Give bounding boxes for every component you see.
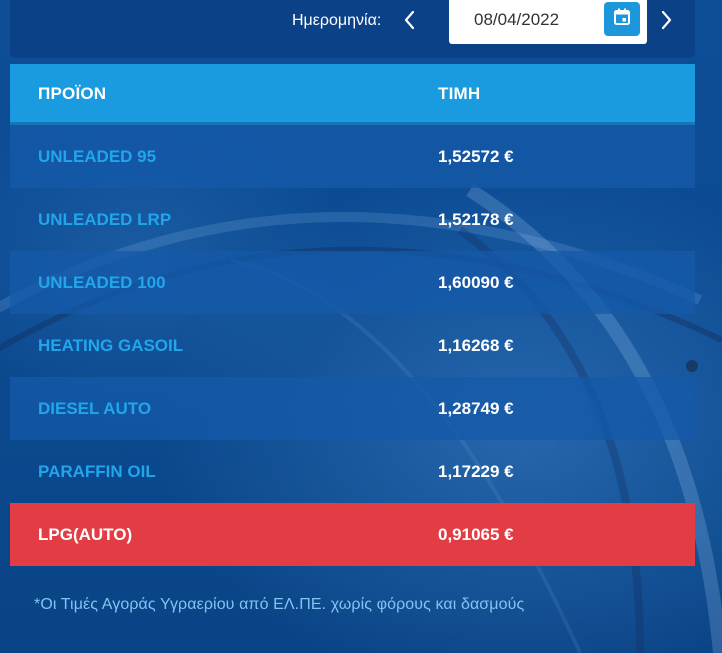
calendar-button[interactable] [604,2,640,36]
column-header-product: ΠΡΟΪΟΝ [38,84,107,103]
product-name: UNLEADED LRP [38,210,172,229]
product-price: 1,52178 € [438,210,514,229]
table-row: HEATING GASOIL 1,16268 € [10,314,695,377]
product-name: UNLEADED 95 [38,147,157,166]
table-row-highlighted: LPG(AUTO) 0,91065 € [10,503,695,566]
product-name: DIESEL AUTO [38,399,152,418]
product-price: 1,28749 € [438,399,514,418]
column-header-price: ΤΙΜΗ [438,84,481,103]
product-name: HEATING GASOIL [38,336,184,355]
product-name: UNLEADED 100 [38,273,166,292]
table-row: PARAFFIN OIL 1,17229 € [10,440,695,503]
product-name: PARAFFIN OIL [38,462,156,481]
product-price: 0,91065 € [438,525,514,544]
date-field [449,0,647,44]
date-bar: Ημερομηνία: [10,0,695,58]
product-name: LPG(AUTO) [38,525,133,544]
table-row: UNLEADED 95 1,52572 € [10,125,695,188]
footnote: *Οι Τιμές Αγοράς Υγραερίου από ΕΛ.ΠΕ. χω… [34,596,525,613]
date-label: Ημερομηνία: [292,12,382,29]
calendar-icon [612,7,632,32]
chevron-right-icon[interactable] [654,8,678,32]
product-price: 1,60090 € [438,273,514,292]
product-price: 1,52572 € [438,147,514,166]
chevron-left-icon[interactable] [398,8,422,32]
table-row: DIESEL AUTO 1,28749 € [10,377,695,440]
product-price: 1,17229 € [438,462,514,481]
table-row: UNLEADED 100 1,60090 € [10,251,695,314]
product-price: 1,16268 € [438,336,514,355]
table-header: ΠΡΟΪΟΝ ΤΙΜΗ [10,64,695,125]
fuel-price-table: ΠΡΟΪΟΝ ΤΙΜΗ UNLEADED 95 1,52572 € UNLEAD… [10,64,695,566]
table-row: UNLEADED LRP 1,52178 € [10,188,695,251]
date-input[interactable] [449,0,624,40]
